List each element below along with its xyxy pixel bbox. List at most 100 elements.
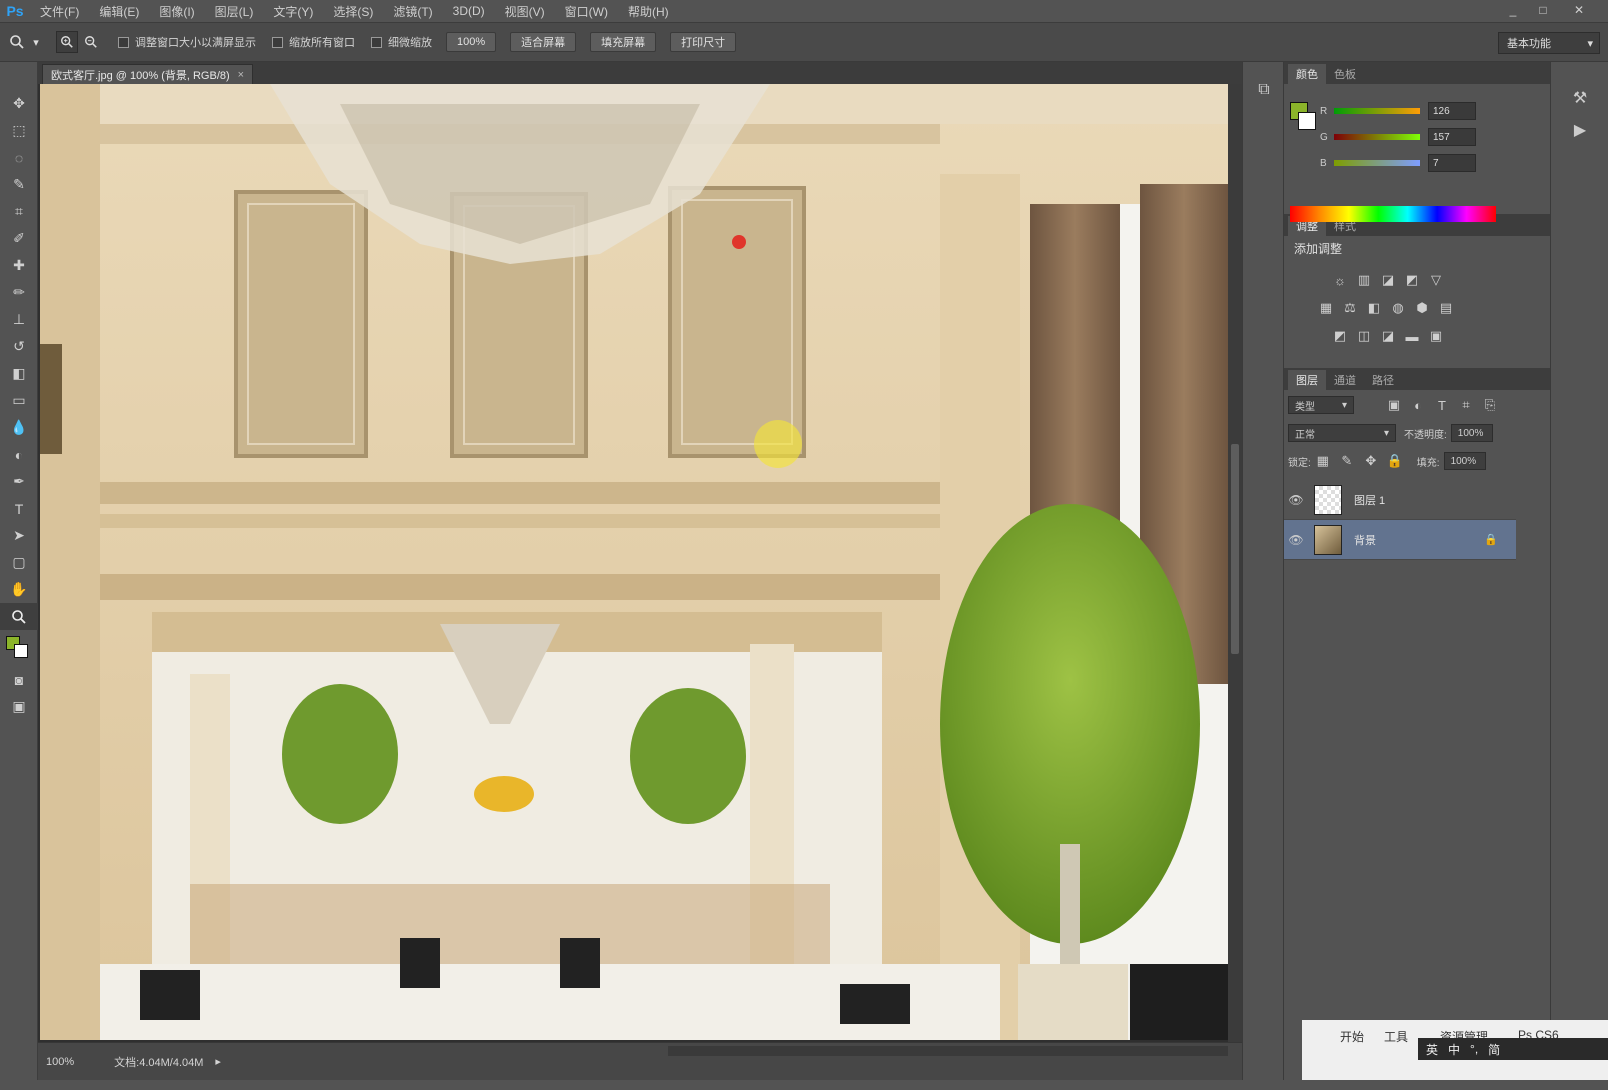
menu-type[interactable]: 文字(Y): [263, 3, 323, 20]
background-color-swatch[interactable]: [14, 644, 28, 658]
layer-row[interactable]: 👁 图层 1: [1284, 480, 1516, 520]
tab-color[interactable]: 颜色: [1288, 64, 1326, 84]
chevron-right-icon[interactable]: ▸: [215, 1055, 221, 1068]
document-tab[interactable]: 欧式客厅.jpg @ 100% (背景, RGB/8) ×: [42, 64, 254, 84]
zoom-in-icon[interactable]: [56, 31, 78, 53]
ime-english-mode[interactable]: 英: [1426, 1041, 1438, 1058]
brightness-icon[interactable]: ☼: [1328, 270, 1352, 290]
fill-field[interactable]: 100%: [1443, 452, 1486, 470]
ime-simplified[interactable]: 简: [1488, 1041, 1500, 1058]
layer-name[interactable]: 背景: [1354, 532, 1376, 548]
layer-kind-filter[interactable]: 类型 ▾: [1288, 396, 1354, 414]
tool-presets-icon[interactable]: ⚒: [1551, 82, 1608, 114]
dodge-tool-icon[interactable]: ◐: [0, 441, 38, 468]
lock-transparent-icon[interactable]: ▦: [1311, 451, 1335, 471]
print-size-button[interactable]: 打印尺寸: [670, 32, 737, 52]
menu-view[interactable]: 视图(V): [495, 3, 555, 20]
threshold-icon[interactable]: ◪: [1376, 326, 1400, 346]
menu-filter[interactable]: 滤镜(T): [383, 3, 442, 20]
close-window-button[interactable]: ✕: [1566, 0, 1592, 20]
color-swatches[interactable]: [0, 630, 37, 666]
green-value-field[interactable]: 157: [1428, 128, 1476, 146]
menu-3d[interactable]: 3D(D): [443, 4, 495, 18]
filter-smart-object-icon[interactable]: ⎘: [1478, 395, 1502, 415]
zoom-all-windows-checkbox[interactable]: 缩放所有窗口: [272, 34, 355, 50]
crop-tool-icon[interactable]: ⌗: [0, 198, 38, 225]
image-canvas[interactable]: [40, 84, 1228, 1040]
eraser-tool-icon[interactable]: ◧: [0, 360, 38, 387]
color-balance-icon[interactable]: ⚖: [1338, 298, 1362, 318]
lock-all-icon[interactable]: 🔒: [1383, 451, 1407, 471]
history-panel-icon[interactable]: ⧉: [1243, 74, 1285, 106]
tab-channels[interactable]: 通道: [1326, 370, 1364, 390]
exposure-icon[interactable]: ◩: [1400, 270, 1424, 290]
menu-file[interactable]: 文件(F): [30, 3, 89, 20]
blend-mode-select[interactable]: 正常 ▾: [1288, 424, 1396, 442]
chevron-down-icon[interactable]: ▾: [30, 31, 42, 53]
path-select-tool-icon[interactable]: ➤: [0, 522, 38, 549]
workspace-select[interactable]: 基本功能 ▾: [1498, 32, 1600, 54]
black-white-icon[interactable]: ◧: [1362, 298, 1386, 318]
selective-color-icon[interactable]: ▣: [1424, 326, 1448, 346]
screen-mode-icon[interactable]: ▣: [0, 693, 38, 720]
blur-tool-icon[interactable]: 💧: [0, 414, 38, 441]
quick-mask-icon[interactable]: ◙: [0, 666, 38, 693]
panel-background-swatch[interactable]: [1298, 112, 1316, 130]
menu-window[interactable]: 窗口(W): [555, 3, 618, 20]
tab-layers[interactable]: 图层: [1288, 370, 1326, 390]
channel-mixer-icon[interactable]: ⬢: [1410, 298, 1434, 318]
layer-row-background[interactable]: 👁 背景 🔒: [1284, 520, 1516, 560]
minimize-button[interactable]: _: [1500, 0, 1526, 20]
menu-select[interactable]: 选择(S): [323, 3, 383, 20]
visibility-eye-icon[interactable]: 👁: [1284, 493, 1308, 507]
menu-edit[interactable]: 编辑(E): [89, 3, 149, 20]
tab-paths[interactable]: 路径: [1364, 370, 1402, 390]
layer-name[interactable]: 图层 1: [1354, 492, 1385, 508]
vibrance-icon[interactable]: ▽: [1424, 270, 1448, 290]
move-tool-icon[interactable]: ✥: [0, 90, 38, 117]
filter-type-icon[interactable]: T: [1430, 395, 1454, 415]
color-spectrum-bar[interactable]: [1290, 206, 1496, 222]
lock-pixels-icon[interactable]: ✎: [1335, 451, 1359, 471]
close-tab-icon[interactable]: ×: [238, 69, 244, 81]
color-lookup-icon[interactable]: ▤: [1434, 298, 1458, 318]
shape-tool-icon[interactable]: ▢: [0, 549, 38, 576]
levels-icon[interactable]: ▥: [1352, 270, 1376, 290]
document-info[interactable]: 文档:4.04M/4.04M: [114, 1054, 203, 1070]
opacity-field[interactable]: 100%: [1450, 424, 1493, 442]
red-slider[interactable]: [1334, 108, 1420, 114]
gradient-map-icon[interactable]: ▬: [1400, 326, 1424, 346]
posterize-icon[interactable]: ◫: [1352, 326, 1376, 346]
zoom-out-icon[interactable]: [80, 31, 102, 53]
blue-value-field[interactable]: 7: [1428, 154, 1476, 172]
history-brush-tool-icon[interactable]: ↺: [0, 333, 38, 360]
invert-icon[interactable]: ◩: [1328, 326, 1352, 346]
clone-stamp-tool-icon[interactable]: ⊥: [0, 306, 38, 333]
menu-image[interactable]: 图像(I): [149, 3, 204, 20]
photo-filter-icon[interactable]: ◍: [1386, 298, 1410, 318]
vertical-scroll-thumb[interactable]: [1231, 444, 1239, 654]
lasso-tool-icon[interactable]: ◌: [0, 144, 38, 171]
menu-help[interactable]: 帮助(H): [618, 3, 679, 20]
actual-pixels-button[interactable]: 100%: [446, 32, 497, 52]
taskbar-item[interactable]: 开始: [1340, 1028, 1364, 1045]
eyedropper-tool-icon[interactable]: ✐: [0, 225, 38, 252]
maximize-button[interactable]: □: [1530, 0, 1556, 20]
curves-icon[interactable]: ◪: [1376, 270, 1400, 290]
filter-adjustment-icon[interactable]: ◐: [1406, 395, 1430, 415]
zoom-level[interactable]: 100%: [46, 1056, 74, 1068]
taskbar-item[interactable]: 工具: [1384, 1028, 1408, 1045]
filter-pixel-icon[interactable]: ▣: [1382, 395, 1406, 415]
fill-screen-button[interactable]: 填充屏幕: [590, 32, 657, 52]
scrubby-zoom-checkbox[interactable]: 细微缩放: [371, 34, 432, 50]
menu-layer[interactable]: 图层(L): [205, 3, 264, 20]
ime-chinese-mode[interactable]: 中: [1448, 1041, 1460, 1058]
resize-windows-checkbox[interactable]: 调整窗口大小以满屏显示: [118, 34, 256, 50]
green-slider[interactable]: [1334, 134, 1420, 140]
tab-swatches[interactable]: 色板: [1326, 64, 1364, 84]
play-action-icon[interactable]: ▶: [1551, 114, 1608, 146]
quick-select-tool-icon[interactable]: ✎: [0, 171, 38, 198]
marquee-tool-icon[interactable]: ⬚: [0, 117, 38, 144]
gradient-tool-icon[interactable]: ▭: [0, 387, 38, 414]
pen-tool-icon[interactable]: ✒: [0, 468, 38, 495]
